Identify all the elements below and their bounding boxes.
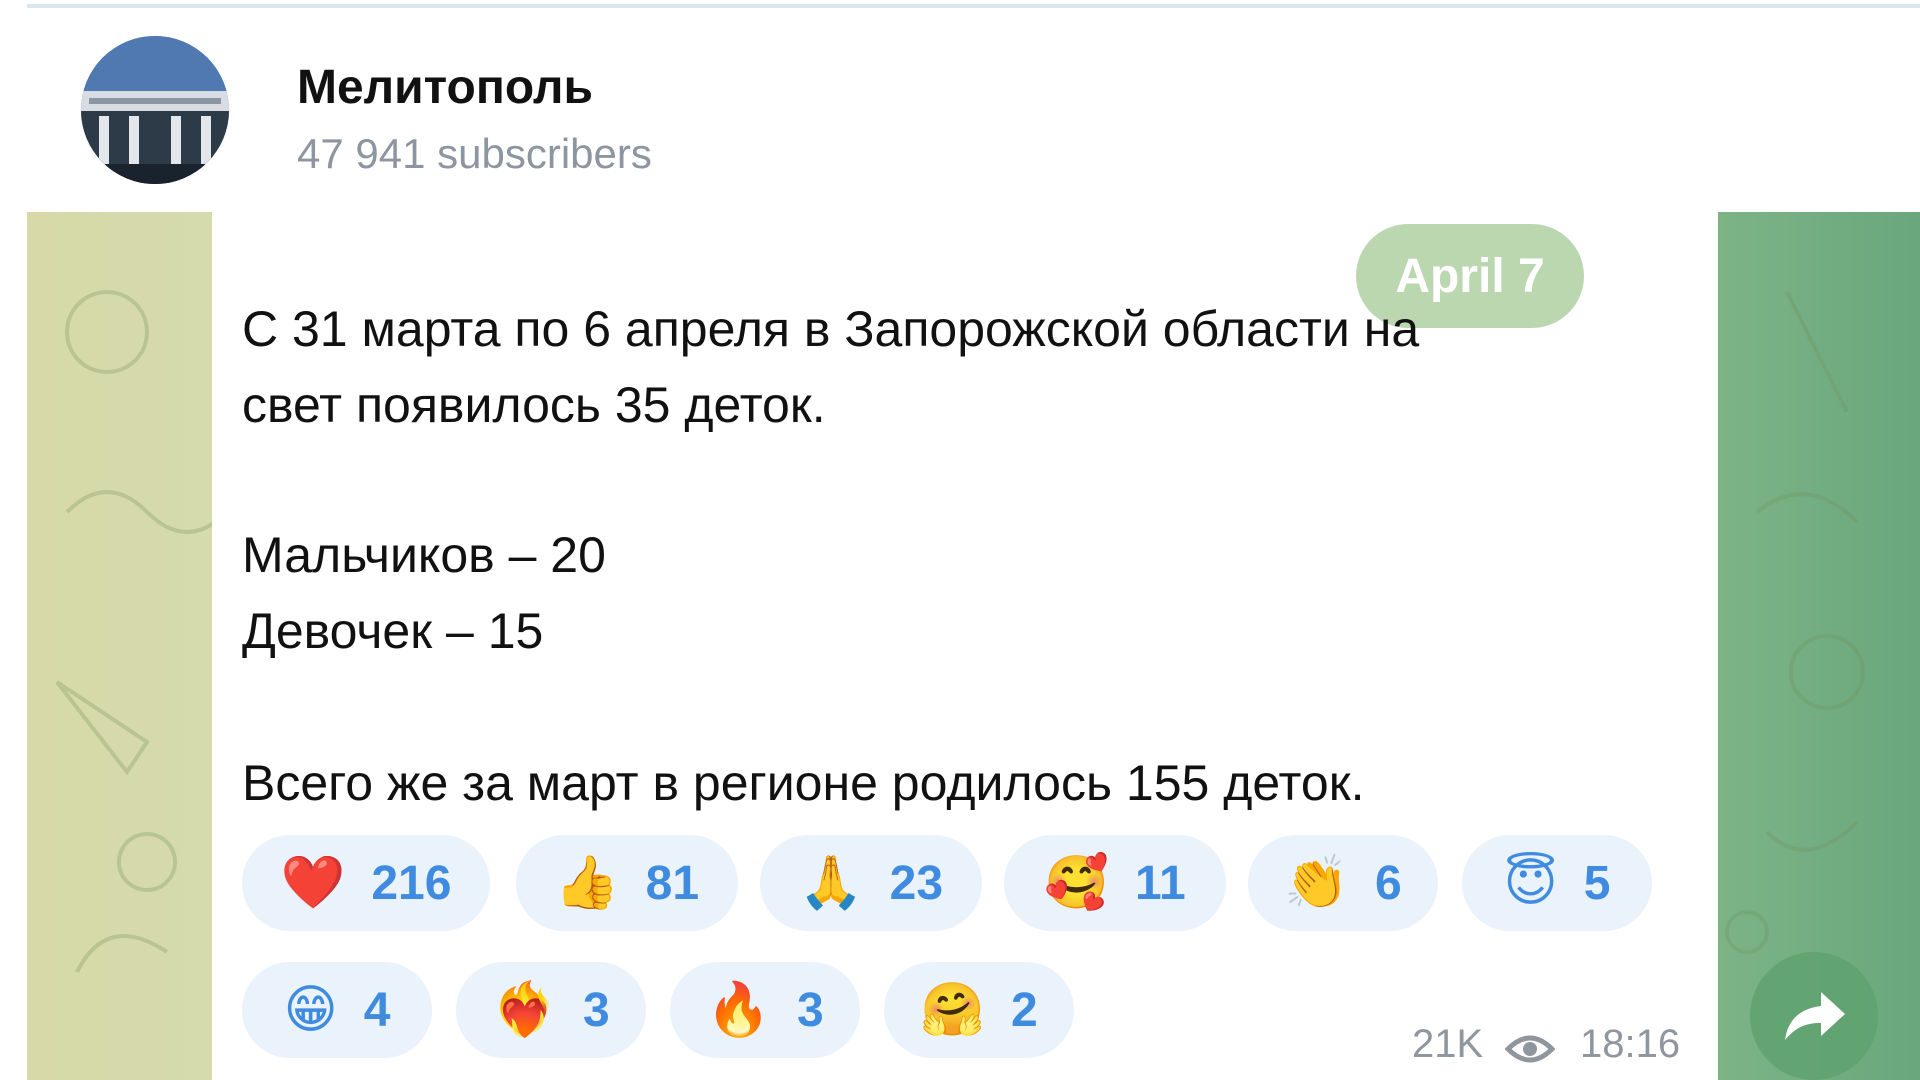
reaction-heart-on-fire[interactable]: ❤️‍🔥 3: [456, 962, 646, 1058]
reaction-count: 3: [797, 983, 824, 1037]
thumbs-up-icon: 👍: [554, 854, 620, 912]
view-count: 21K: [1412, 1022, 1484, 1066]
reaction-folded-hands[interactable]: 🙏 23: [760, 835, 982, 931]
reaction-smiling-hearts[interactable]: 🥰 11: [1004, 835, 1226, 931]
message-line: Девочек – 15: [242, 603, 544, 659]
reaction-clapping[interactable]: 👏 6: [1248, 835, 1438, 931]
channel-avatar[interactable]: [81, 36, 229, 184]
smiling-face-hearts-icon: 🥰: [1044, 854, 1109, 912]
reaction-count: 81: [645, 856, 700, 910]
folded-hands-icon: 🙏: [798, 854, 864, 912]
reaction-fire[interactable]: 🔥 3: [670, 962, 860, 1058]
eye-icon: [1505, 1035, 1555, 1063]
reaction-count: 5: [1583, 856, 1611, 910]
heart-on-fire-icon: ❤️‍🔥: [492, 981, 558, 1039]
message-line: Мальчиков – 20: [242, 527, 606, 583]
channel-header[interactable]: Мелитополь 47 941 subscribers: [27, 12, 1920, 210]
message-line: С 31 марта по 6 апреля в Запорожской обл…: [242, 301, 1420, 357]
subscriber-count: 47 941 subscribers: [297, 130, 652, 177]
reaction-count: 11: [1135, 856, 1186, 910]
reaction-heart[interactable]: ❤️ 216: [242, 835, 490, 931]
forward-button[interactable]: [1750, 952, 1878, 1080]
reaction-count: 2: [1011, 983, 1038, 1037]
channel-title[interactable]: Мелитополь: [297, 60, 593, 115]
message-time: 18:16: [1580, 1022, 1681, 1066]
fire-icon: 🔥: [706, 981, 772, 1039]
reaction-count: 6: [1375, 856, 1402, 910]
reaction-grinning[interactable]: 😁 4: [242, 962, 432, 1058]
reaction-count: 3: [583, 983, 610, 1037]
forward-arrow-icon: [1785, 992, 1845, 1040]
red-heart-icon: ❤️: [280, 854, 346, 912]
message-line: Всего же за март в регионе родилось 155 …: [242, 755, 1365, 811]
building-photo-icon: [81, 36, 229, 184]
halo-face-icon: 😇: [1503, 854, 1558, 912]
clapping-hands-icon: 👏: [1284, 854, 1350, 912]
grinning-face-icon: 😁: [283, 981, 338, 1039]
reaction-halo[interactable]: 😇 5: [1462, 835, 1652, 931]
reaction-count: 216: [371, 856, 452, 910]
message-line: свет появилось 35 деток.: [242, 377, 826, 433]
top-divider: [27, 4, 1920, 8]
reaction-count: 23: [889, 856, 944, 910]
reaction-count: 4: [363, 983, 391, 1037]
reaction-hugging[interactable]: 🤗 2: [884, 962, 1074, 1058]
reaction-thumbs-up[interactable]: 👍 81: [516, 835, 738, 931]
hugging-face-icon: 🤗: [920, 981, 986, 1039]
